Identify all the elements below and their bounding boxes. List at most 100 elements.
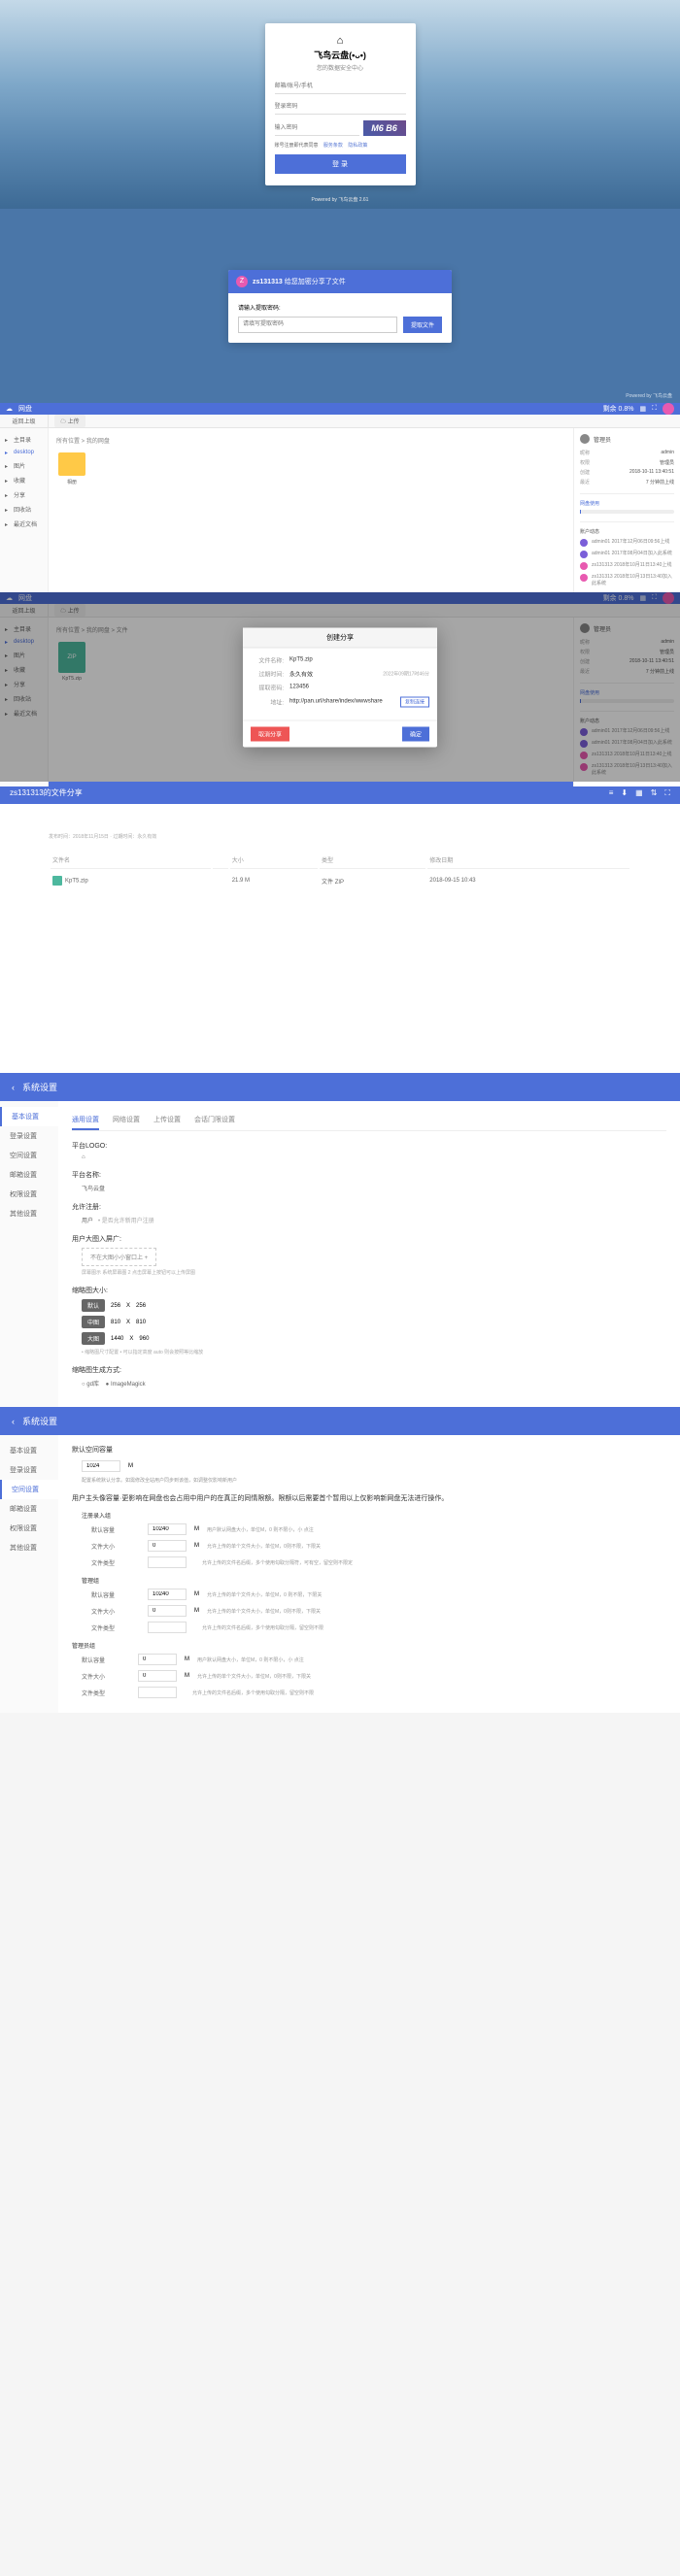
- nav-item[interactable]: 权限设置: [0, 1519, 58, 1538]
- app-name: 网盘: [18, 404, 32, 414]
- quota-input[interactable]: [148, 1540, 187, 1552]
- fullscreen-icon[interactable]: ⛶: [664, 788, 670, 798]
- platform-name-label: 平台名称:: [72, 1170, 666, 1180]
- share-header: Z zs131313 给您加密分享了文件: [228, 270, 452, 293]
- quota-input[interactable]: [148, 1622, 187, 1633]
- back-icon[interactable]: ‹: [12, 1083, 15, 1092]
- quota-input[interactable]: [148, 1523, 187, 1535]
- login-subtitle: 您的数据安全中心: [275, 63, 406, 72]
- thumb-size-row: 中图810X810: [82, 1316, 666, 1328]
- file-table: 文件名大小类型修改日期 KpT5.zip21.9 M文件 ZIP2018-09-…: [49, 850, 631, 892]
- captcha-image[interactable]: M6 B6: [363, 120, 406, 136]
- quota-row: 文件大小M允许上传的单个文件大小，单位M，0则不限，下限关: [91, 1540, 666, 1552]
- login-card: ⌂ 飞鸟云盘(•ᴗ•) 您的数据安全中心 M6 B6 账号注册即代表同意 服务条…: [265, 23, 416, 185]
- sidebar-item[interactable]: ▸主目录: [3, 432, 45, 447]
- user-avatar-icon: [580, 434, 590, 444]
- grid-icon[interactable]: ▦: [639, 405, 646, 413]
- thumb-size-row: 大图1440X960: [82, 1332, 666, 1345]
- info-row: 最近7 分钟前上线: [580, 479, 674, 485]
- quota-row: 文件大小M允许上传的单个文件大小，单位M，0则不限，下限关: [91, 1605, 666, 1617]
- sidebar-item[interactable]: ▸图片: [3, 458, 45, 473]
- sort-icon[interactable]: ⇅: [651, 788, 658, 798]
- activity-item: admin01 2017年12月06日09:56上线: [580, 539, 674, 547]
- back-icon[interactable]: ‹: [12, 1417, 15, 1426]
- compress-imagick-radio[interactable]: ● ImageMagick: [106, 1382, 146, 1388]
- login-terms: 账号注册即代表同意 服务条款 隐私政策: [275, 142, 406, 149]
- copy-link-button[interactable]: 复制连接: [400, 696, 429, 707]
- modal-field: 过期时间:永久有效2022年09期17时46分: [251, 669, 429, 678]
- share-password-input[interactable]: [238, 317, 397, 333]
- nav-item[interactable]: 邮箱设置: [0, 1165, 58, 1185]
- password-input[interactable]: [275, 100, 406, 115]
- login-button[interactable]: 登 录: [275, 154, 406, 174]
- tab[interactable]: 网络设置: [113, 1111, 140, 1130]
- folder-icon: ▸: [5, 492, 11, 498]
- quota-input[interactable]: [148, 1556, 187, 1568]
- quota-text: 剩余 0.8%: [603, 404, 634, 414]
- list-icon[interactable]: ≡: [609, 788, 614, 798]
- upload-button[interactable]: ☁ 上传: [54, 415, 85, 427]
- quota-input[interactable]: [138, 1670, 177, 1682]
- confirm-button[interactable]: 确定: [402, 726, 429, 741]
- settings-tabs: 通用设置网络设置上传设置会话门限设置: [72, 1111, 666, 1131]
- privacy-link[interactable]: 隐私政策: [348, 143, 367, 149]
- page-title: 系统设置: [22, 1081, 57, 1093]
- nav-item[interactable]: 其他设置: [0, 1204, 58, 1223]
- info-row: 昵称admin: [580, 450, 674, 456]
- folder-icon: ▸: [5, 507, 11, 513]
- info-row: 权限管理员: [580, 459, 674, 466]
- upload-bg-button[interactable]: 不在大图小小窗口上 +: [82, 1248, 156, 1266]
- nav-item[interactable]: 邮箱设置: [0, 1499, 58, 1519]
- login-title: 飞鸟云盘(•ᴗ•): [275, 49, 406, 61]
- sidebar-item[interactable]: ▸desktop: [3, 447, 45, 458]
- sidebar-item[interactable]: ▸最近文档: [3, 517, 45, 531]
- thumb-size-row: 默认256X256: [82, 1299, 666, 1312]
- thumb-label: 缩略图大小:: [72, 1286, 666, 1295]
- breadcrumb[interactable]: 所有位置 > 我的网盘: [56, 436, 565, 445]
- download-icon[interactable]: ⬇: [621, 788, 628, 798]
- share-prompt: 请输入提取密码:: [238, 303, 442, 312]
- thumb-hint: • 缩略图尺寸配置 • 可以指定高度 auto 则会按照等比缩放: [82, 1349, 666, 1355]
- logo-icon: ⌂: [275, 35, 406, 47]
- fullscreen-icon[interactable]: ⛶: [652, 405, 657, 413]
- nav-item[interactable]: 空间设置: [0, 1146, 58, 1165]
- quota-input[interactable]: [138, 1654, 177, 1665]
- settings-header: ‹ 系统设置: [0, 1073, 680, 1101]
- grid-view-icon[interactable]: ▦: [635, 788, 643, 798]
- compress-gd-radio[interactable]: ○ gd库: [82, 1382, 99, 1388]
- settings-nav: 基本设置登录设置空间设置邮箱设置权限设置其他设置: [0, 1435, 58, 1713]
- cancel-share-button[interactable]: 取消分享: [251, 726, 289, 741]
- nav-item[interactable]: 登录设置: [0, 1126, 58, 1146]
- sidebar-item[interactable]: ▸分享: [3, 487, 45, 502]
- logo-label: 平台LOGO:: [72, 1141, 666, 1151]
- tab[interactable]: 通用设置: [72, 1111, 99, 1130]
- sidebar-item[interactable]: ▸回收站: [3, 502, 45, 517]
- nav-item[interactable]: 登录设置: [0, 1460, 58, 1480]
- folder-item[interactable]: 相册: [56, 452, 87, 485]
- extract-button[interactable]: 提取文件: [403, 317, 442, 333]
- settings-space: ‹ 系统设置 基本设置登录设置空间设置邮箱设置权限设置其他设置 默认空间容量 M…: [0, 1407, 680, 1713]
- role-select[interactable]: 用户: [82, 1219, 93, 1224]
- nav-item[interactable]: 空间设置: [0, 1480, 58, 1499]
- tab[interactable]: 会话门限设置: [194, 1111, 235, 1130]
- folder-icon: ▸: [5, 450, 11, 455]
- quota-input[interactable]: [148, 1589, 187, 1600]
- captcha-input[interactable]: [275, 121, 359, 136]
- quota-input[interactable]: [138, 1687, 177, 1698]
- nav-item[interactable]: 权限设置: [0, 1185, 58, 1204]
- user-avatar-icon[interactable]: [663, 403, 674, 415]
- back-button[interactable]: 返回上级: [0, 415, 49, 427]
- sidebar-item[interactable]: ▸收藏: [3, 473, 45, 487]
- nav-item[interactable]: 其他设置: [0, 1538, 58, 1557]
- activity-item: zs131313 2018年10月13日13:40加入此系统: [580, 574, 674, 587]
- tab[interactable]: 上传设置: [153, 1111, 181, 1130]
- table-row[interactable]: KpT5.zip21.9 M文件 ZIP2018-09-15 10:43: [51, 871, 629, 890]
- default-quota-input[interactable]: [82, 1460, 120, 1472]
- quota-row: 文件类型允许上传的文件名后缀，多个使用勾取分隔，留空则不限: [82, 1687, 666, 1698]
- username-input[interactable]: [275, 80, 406, 94]
- quota-input[interactable]: [148, 1605, 187, 1617]
- nav-item[interactable]: 基本设置: [0, 1441, 58, 1460]
- admin-group-title: 管理员组: [72, 1641, 666, 1650]
- nav-item[interactable]: 基本设置: [0, 1107, 58, 1126]
- terms-link[interactable]: 服务条款: [323, 143, 343, 149]
